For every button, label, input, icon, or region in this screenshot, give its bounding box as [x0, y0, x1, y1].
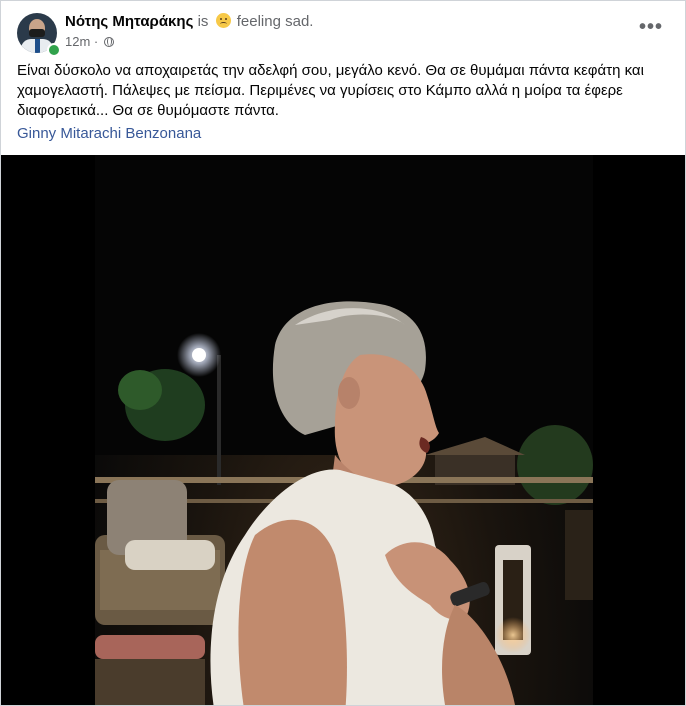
- post-photo[interactable]: [1, 155, 685, 705]
- meta-separator: ·: [93, 34, 99, 49]
- post-header: Νότης Μηταράκης is feeling sad. 12m · ••…: [17, 11, 669, 57]
- photo-illustration: [95, 155, 593, 705]
- post-timestamp[interactable]: 12m: [65, 34, 90, 49]
- photo-content: [95, 155, 593, 705]
- more-options-icon[interactable]: •••: [635, 17, 667, 45]
- online-status-icon: [47, 43, 61, 57]
- avatar-mask: [29, 29, 45, 37]
- feeling-text: feeling sad.: [236, 13, 314, 30]
- tagged-person-link[interactable]: Ginny Mitarachi Benzonana: [17, 125, 201, 142]
- sad-face-emoji-icon: [215, 13, 231, 28]
- avatar-tie: [35, 39, 40, 53]
- feeling-prefix: is: [197, 13, 209, 30]
- globe-icon[interactable]: [103, 37, 114, 47]
- author-line: Νότης Μηταράκης is feeling sad.: [65, 13, 313, 30]
- author-name[interactable]: Νότης Μηταράκης: [65, 13, 193, 30]
- post-meta: 12m ·: [65, 34, 114, 49]
- facebook-post: Νότης Μηταράκης is feeling sad. 12m · ••…: [0, 0, 686, 706]
- post-message: Είναι δύσκολο να αποχαιρετάς την αδελφή …: [17, 62, 644, 119]
